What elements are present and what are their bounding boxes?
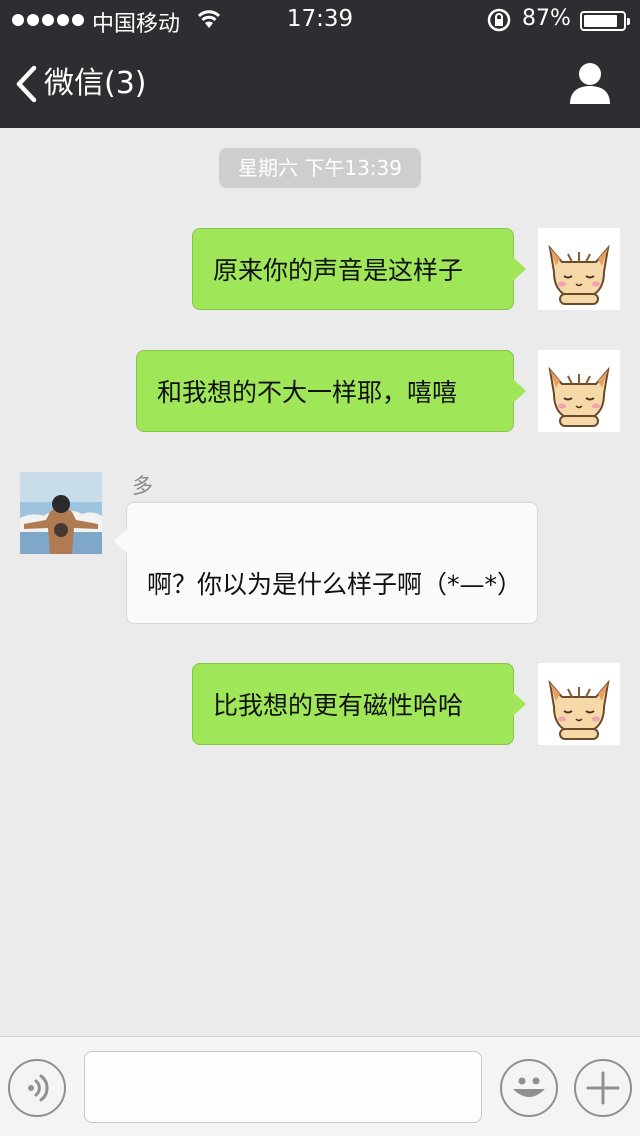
emoji-icon xyxy=(513,1077,545,1097)
person-icon[interactable] xyxy=(566,62,614,106)
back-label: 微信(3) xyxy=(44,66,147,101)
chat-timestamp: 星期六 下午13:39 xyxy=(219,148,421,188)
message-bubble[interactable]: 和我想的不大一样耶，嘻嘻 xyxy=(136,350,526,432)
cat-sticker-icon xyxy=(538,350,620,432)
input-bar xyxy=(0,1036,640,1136)
voice-button[interactable] xyxy=(8,1059,66,1117)
message-bubble[interactable]: 啊？你以为是什么样子啊（*—*） xyxy=(114,502,538,624)
nav-bar: 微信(3) xyxy=(0,40,640,128)
cat-sticker-icon xyxy=(538,663,620,745)
my-avatar[interactable] xyxy=(538,350,620,432)
cat-sticker-icon xyxy=(538,228,620,310)
rotation-lock-icon xyxy=(487,8,511,32)
more-button[interactable] xyxy=(574,1059,632,1117)
chevron-left-icon xyxy=(16,65,37,103)
voice-icon xyxy=(28,1074,49,1102)
back-button[interactable]: 微信(3) xyxy=(14,62,147,106)
top-bar: 中国移动 17:39 87% 微信(3) xyxy=(0,0,640,128)
chat-area[interactable]: 星期六 下午13:39 原来你的声音是这样子 和我想的不大一样耶，嘻嘻 多 啊？… xyxy=(0,128,640,1036)
status-bar: 中国移动 17:39 87% xyxy=(0,0,640,40)
message-bubble[interactable]: 原来你的声音是这样子 xyxy=(192,228,526,310)
battery-icon xyxy=(580,11,630,31)
message-bubble[interactable]: 比我想的更有磁性哈哈 xyxy=(192,663,526,745)
contact-photo-icon xyxy=(20,472,102,554)
contact-avatar[interactable] xyxy=(20,472,102,554)
plus-icon xyxy=(586,1071,620,1105)
emoji-button[interactable] xyxy=(500,1059,558,1117)
my-avatar[interactable] xyxy=(538,663,620,745)
message-input[interactable] xyxy=(84,1051,482,1123)
my-avatar[interactable] xyxy=(538,228,620,310)
battery-percent: 87% xyxy=(522,6,571,31)
